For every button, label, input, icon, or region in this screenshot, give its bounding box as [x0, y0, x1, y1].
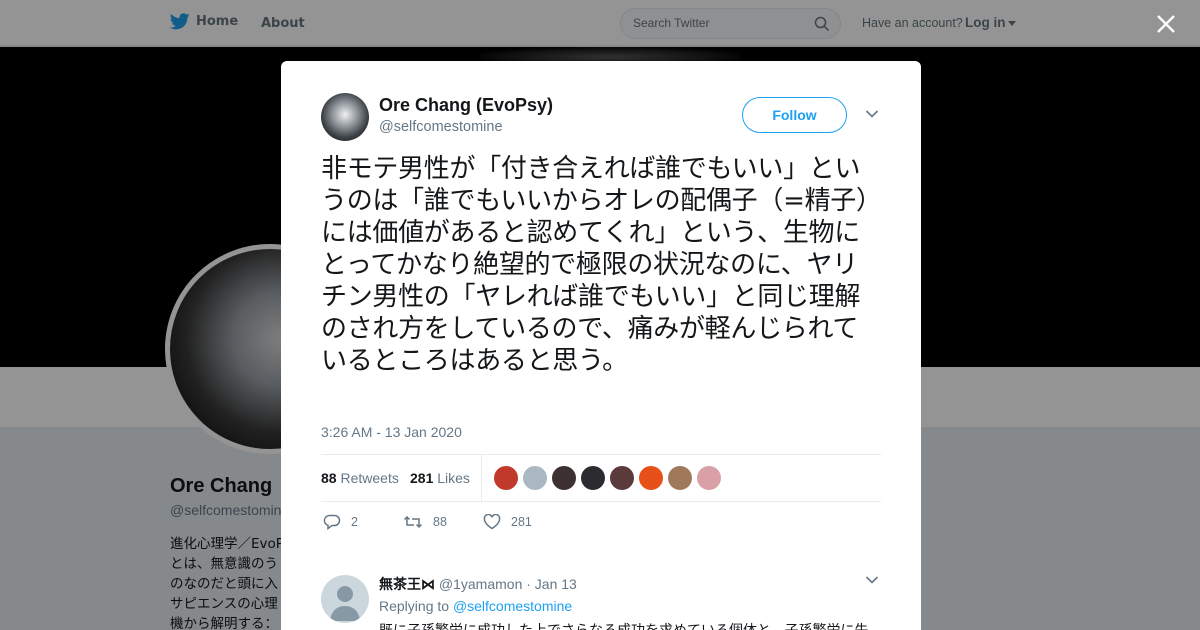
reply-author-handle[interactable]: @1yamamon — [439, 576, 522, 592]
like-count: 281 — [511, 515, 532, 529]
reply-count: 2 — [351, 515, 358, 529]
liker-avatar[interactable] — [697, 466, 721, 490]
reply-avatar[interactable] — [321, 575, 369, 623]
liker-avatar[interactable] — [639, 466, 663, 490]
chevron-down-icon[interactable] — [865, 109, 879, 119]
liker-avatar[interactable] — [668, 466, 692, 490]
reply-action[interactable]: 2 — [323, 514, 358, 530]
likes-label: Likes — [437, 470, 470, 486]
retweets-stat[interactable]: 88 Retweets — [321, 470, 399, 486]
close-icon[interactable] — [1156, 14, 1176, 34]
liker-avatar[interactable] — [581, 466, 605, 490]
liker-avatar[interactable] — [610, 466, 634, 490]
follow-button[interactable]: Follow — [742, 97, 847, 133]
like-action[interactable]: 281 — [483, 514, 532, 530]
author-name[interactable]: Ore Chang (EvoPsy) — [379, 95, 553, 116]
retweet-action[interactable]: 88 — [403, 514, 447, 530]
reply-date[interactable]: · Jan 13 — [526, 576, 577, 592]
reply-icon — [323, 514, 341, 530]
tweet-timestamp[interactable]: 3:26 AM - 13 Jan 2020 — [321, 424, 462, 440]
divider — [321, 501, 881, 502]
reply-text: 既に子孫繁栄に成功した上でさらなる成功を求めている個体と、子孫繁栄に失 — [379, 621, 879, 630]
divider — [481, 455, 482, 501]
replying-to-label: Replying to — [379, 598, 450, 614]
liker-avatar[interactable] — [552, 466, 576, 490]
retweet-icon — [403, 515, 423, 529]
heart-icon — [483, 514, 501, 530]
reply-header: 無茶王⋈ @1yamamon · Jan 13 — [379, 574, 577, 594]
reply-author-name[interactable]: 無茶王⋈ — [379, 576, 435, 592]
retweet-count: 88 — [433, 515, 447, 529]
divider — [321, 454, 881, 455]
liker-avatar[interactable] — [523, 466, 547, 490]
retweets-count: 88 — [321, 470, 337, 486]
replying-to: Replying to @selfcomestomine — [379, 598, 572, 614]
retweets-label: Retweets — [340, 470, 399, 486]
liker-avatar[interactable] — [494, 466, 518, 490]
tweet-text: 非モテ男性が「付き合えれば誰でもいい」というのは「誰でもいいからオレの配偶子（=… — [321, 154, 882, 376]
author-handle[interactable]: @selfcomestomine — [379, 119, 503, 135]
likes-count: 281 — [410, 470, 434, 486]
replying-to-handle-link[interactable]: @selfcomestomine — [453, 598, 572, 614]
likes-stat[interactable]: 281 Likes — [410, 470, 470, 486]
default-avatar-icon — [330, 586, 360, 621]
author-avatar[interactable] — [321, 93, 369, 141]
tweet-modal: Ore Chang (EvoPsy) @selfcomestomine Foll… — [281, 61, 921, 630]
tweet-actions: 2 88 281 — [323, 514, 623, 534]
chevron-down-icon[interactable] — [865, 575, 879, 585]
